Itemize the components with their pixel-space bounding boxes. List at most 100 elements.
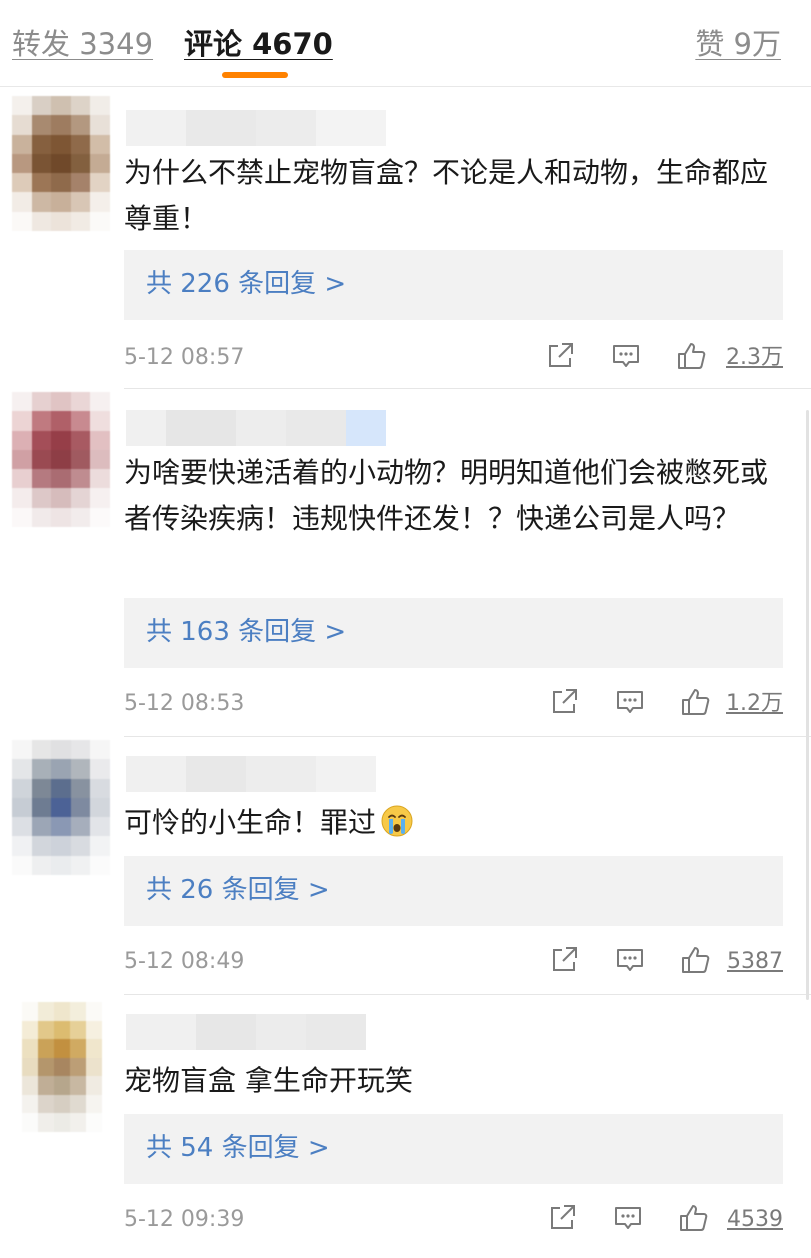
avatar-mosaic-tile	[12, 778, 32, 798]
avatar-mosaic-tile	[90, 153, 110, 174]
avatar-mosaic-tile	[90, 449, 110, 470]
avatar-mosaic-tile	[31, 797, 52, 818]
avatar-mosaic-tile	[12, 173, 32, 193]
avatar-mosaic-tile	[51, 211, 71, 231]
avatar-mosaic-tile	[86, 1039, 102, 1058]
avatar-mosaic-tile	[54, 1039, 70, 1058]
avatar-mosaic-tile	[31, 430, 52, 450]
avatar-mosaic-tile	[70, 192, 91, 212]
avatar-mosaic-tile	[12, 430, 32, 450]
view-replies-link[interactable]: 共 163 条回复 >	[146, 612, 346, 652]
avatar-mosaic-tile	[90, 96, 110, 116]
avatar-mosaic-tile	[51, 173, 71, 193]
username-redacted[interactable]	[126, 756, 376, 792]
avatar-mosaic-tile	[51, 759, 71, 779]
avatar-mosaic-tile	[70, 740, 91, 760]
avatar-mosaic-tile	[70, 1002, 86, 1021]
share-icon[interactable]	[548, 944, 580, 976]
like-count[interactable]: 2.3万	[726, 342, 783, 374]
comment-text: 宠物盲盒 拿生命开玩笑	[124, 1064, 413, 1097]
tab-reposts[interactable]: 转发 3349	[12, 24, 153, 64]
avatar-mosaic-tile	[22, 1002, 38, 1021]
avatar-mosaic-tile	[51, 778, 71, 798]
comment-icon[interactable]	[610, 340, 642, 372]
avatar-mosaic-tile	[51, 469, 71, 489]
avatar-mosaic-tile	[54, 1057, 70, 1077]
comment-meta-row: 5-12 08:57 2.3万	[124, 338, 783, 378]
share-icon[interactable]	[548, 686, 580, 718]
tab-comments[interactable]: 评论 4670	[184, 24, 333, 64]
avatar-mosaic-tile	[12, 96, 32, 116]
avatar[interactable]	[12, 740, 110, 875]
avatar-mosaic-tile	[12, 153, 32, 174]
thumbs-up-icon[interactable]	[680, 686, 712, 718]
avatar-mosaic-tile	[70, 817, 91, 837]
avatar-mosaic-tile	[38, 1020, 54, 1040]
avatar-mosaic-tile	[51, 153, 71, 174]
username-redacted[interactable]	[126, 410, 386, 446]
avatar-mosaic-tile	[12, 759, 32, 779]
avatar-mosaic-tile	[90, 392, 110, 412]
comment-icon[interactable]	[614, 686, 646, 718]
avatar-mosaic-tile	[31, 778, 52, 798]
comment-text-content: 可怜的小生命！罪过	[124, 806, 377, 839]
replies-box[interactable]: 共 54 条回复 >	[124, 1114, 783, 1184]
like-count[interactable]: 1.2万	[726, 688, 783, 720]
active-tab-indicator	[222, 72, 288, 78]
view-replies-link[interactable]: 共 26 条回复 >	[146, 870, 330, 910]
username-redacted[interactable]	[126, 1014, 366, 1050]
comment-icon[interactable]	[614, 944, 646, 976]
avatar-mosaic-tile	[12, 134, 32, 154]
comment-timestamp: 5-12 08:53	[124, 691, 245, 716]
comment-text: 可怜的小生命！罪过	[124, 800, 784, 846]
replies-box[interactable]: 共 226 条回复 >	[124, 250, 783, 320]
avatar[interactable]	[22, 1002, 102, 1132]
avatar-mosaic-tile	[31, 115, 52, 135]
avatar-mosaic-tile	[31, 449, 52, 470]
avatar-mosaic-tile	[51, 115, 71, 135]
comment-tabs-bar: 转发 3349 评论 4670 赞 9万	[0, 0, 811, 87]
scrollbar[interactable]	[806, 410, 809, 1000]
replies-box[interactable]: 共 163 条回复 >	[124, 598, 783, 668]
avatar-mosaic-tile	[51, 817, 71, 837]
like-count[interactable]: 4539	[727, 1204, 783, 1236]
avatar-mosaic-tile	[51, 134, 71, 154]
avatar-mosaic-tile	[31, 817, 52, 837]
tab-likes[interactable]: 赞 9万	[695, 24, 781, 64]
avatar-mosaic-tile	[86, 1076, 102, 1095]
view-replies-link[interactable]: 共 226 条回复 >	[146, 264, 346, 304]
avatar-mosaic-tile	[90, 740, 110, 760]
replies-box[interactable]: 共 26 条回复 >	[124, 856, 783, 926]
avatar-mosaic-tile	[12, 211, 32, 231]
avatar-mosaic-tile	[70, 469, 91, 489]
avatar[interactable]	[12, 392, 110, 527]
avatar-mosaic-tile	[31, 411, 52, 431]
avatar-mosaic-tile	[70, 507, 91, 527]
avatar-mosaic-tile	[51, 392, 71, 412]
avatar-mosaic-tile	[90, 836, 110, 856]
avatar-mosaic-tile	[70, 1113, 86, 1132]
thumbs-up-icon[interactable]	[680, 944, 712, 976]
avatar-mosaic-tile	[51, 411, 71, 431]
avatar-mosaic-tile	[12, 392, 32, 412]
thumbs-up-icon[interactable]	[676, 340, 708, 372]
avatar-mosaic-tile	[90, 430, 110, 450]
comment-icon[interactable]	[612, 1202, 644, 1234]
avatar-mosaic-tile	[12, 740, 32, 760]
view-replies-link[interactable]: 共 54 条回复 >	[146, 1128, 330, 1168]
avatar-mosaic-tile	[12, 817, 32, 837]
comment-text: 为啥要快递活着的小动物？明明知道他们会被憋死或者传染疾病！违规快件还发！？快递公…	[124, 456, 769, 535]
avatar-mosaic-tile	[86, 1113, 102, 1132]
avatar-mosaic-tile	[70, 96, 91, 116]
share-icon[interactable]	[544, 340, 576, 372]
share-icon[interactable]	[546, 1202, 578, 1234]
avatar[interactable]	[12, 96, 110, 231]
like-count[interactable]: 5387	[727, 946, 783, 978]
thumbs-up-icon[interactable]	[678, 1202, 710, 1234]
avatar-mosaic-tile	[51, 836, 71, 856]
comment-timestamp: 5-12 08:49	[124, 949, 245, 974]
username-redacted[interactable]	[126, 110, 386, 146]
avatar-mosaic-tile	[51, 855, 71, 875]
avatar-mosaic-tile	[12, 469, 32, 489]
avatar-mosaic-tile	[90, 173, 110, 193]
